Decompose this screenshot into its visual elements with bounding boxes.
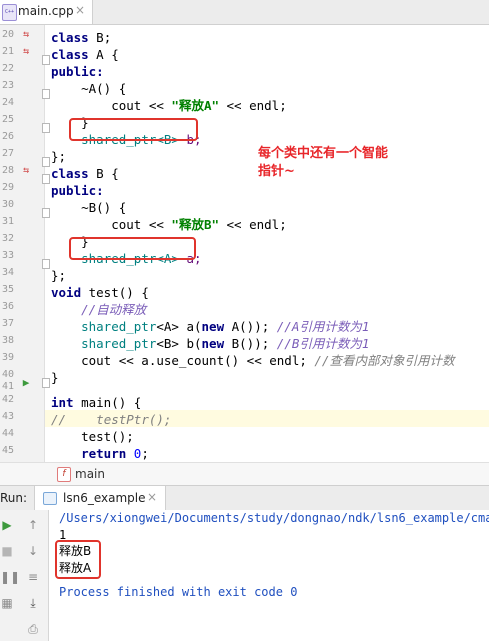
run-tab-label: lsn6_example [63,491,146,505]
code-line: }; [51,268,67,283]
annotation-line: 每个类中还有一个智能 [258,146,389,161]
print-icon[interactable]: ⎙ [26,622,40,636]
line-number: 27 [1,148,14,159]
line-number: 21 [1,46,14,57]
scroll-to-end-icon[interactable]: ⤓ [26,596,40,610]
run-panel-header: Run: lsn6_example × [0,485,489,511]
code-line: // testPtr(); [51,412,172,427]
annotation-note: 每个类中还有一个智能 指针~ [258,145,438,181]
code-line: ~B() { [51,200,127,215]
scroll-down-icon[interactable]: ↓ [26,544,40,558]
line-number: 31 [1,216,14,227]
tab-file-name: main.cpp [18,4,74,18]
implementation-arrow-icon[interactable]: ⇆ [20,165,32,177]
code-editor[interactable]: 20 21 22 23 24 25 26 27 28 29 30 31 32 33 34 35 36 37 38 39… [0,25,489,462]
line-number: 44 [1,428,14,439]
code-line: int main() { [51,395,142,410]
implementation-arrow-icon[interactable]: ⇆ [20,46,32,58]
cpp-file-icon: C++ [2,4,17,21]
fold-marker-icon[interactable] [42,174,50,184]
breadcrumb-item-main[interactable]: main [75,467,105,481]
code-line: class A { [51,47,119,62]
line-number: 38 [1,335,14,346]
highlight-box-shared-ptr-b [69,118,198,141]
stop-icon[interactable]: ■ [0,544,14,558]
run-console[interactable]: /Users/xiongwei/Documents/study/dongnao/… [49,510,489,641]
console-exit-line: Process finished with exit code 0 [59,585,298,599]
line-number: 28 [1,165,14,176]
line-number: 35 [1,284,14,295]
line-number: 39 [1,352,14,363]
line-number: 29 [1,182,14,193]
code-line: class B { [51,166,119,181]
line-number: 20 [1,29,14,40]
line-number: 22 [1,63,14,74]
code-line: public: [51,64,104,79]
line-number: 34 [1,267,14,278]
code-line: cout << a.use_count() << endl; //查看内部对象引… [51,353,455,368]
line-number: 30 [1,199,14,210]
editor-gutter: 20 21 22 23 24 25 26 27 28 29 30 31 32 33 34 35 36 37 38 39… [0,25,50,462]
line-number: 36 [1,301,14,312]
run-gutter-icon[interactable]: ▶ [20,377,32,389]
run-config-icon [43,492,57,505]
line-number: 32 [1,233,14,244]
code-line: public: [51,183,104,198]
code-line: cout << "释放B" << endl; [51,217,287,232]
line-number: 33 [1,250,14,261]
run-tab-lsn6-example[interactable]: lsn6_example × [34,486,166,510]
line-number: 23 [1,80,14,91]
fold-marker-icon[interactable] [42,89,50,99]
line-number: 43 [1,411,14,422]
line-number: 40 [1,369,14,380]
highlight-box-shared-ptr-a [69,237,196,260]
code-line: } [51,370,59,385]
code-line: //自动释放 [51,302,147,317]
code-line: shared_ptr<A> a(new A()); //A引用计数为1 [51,319,370,334]
fold-marker-icon[interactable] [42,259,50,269]
annotation-line: 指针~ [258,164,295,179]
line-number: 42 [1,394,14,405]
code-line: }; [51,149,67,164]
function-icon: f [57,467,71,482]
tab-main-cpp[interactable]: C++ main.cpp × [0,0,93,24]
console-path-line: /Users/xiongwei/Documents/study/dongnao/… [59,511,489,525]
line-number: 25 [1,114,14,125]
run-label: Run: [0,491,28,505]
layout-icon[interactable]: ▦ [0,596,14,610]
scroll-up-icon[interactable]: ↑ [26,518,40,532]
fold-marker-icon[interactable] [42,378,50,388]
rerun-icon[interactable]: ▶ [0,518,14,532]
code-line: cout << "释放A" << endl; [51,98,287,113]
fold-marker-icon[interactable] [42,123,50,133]
code-line: class B; [51,30,112,45]
code-line: shared_ptr<B> b(new B()); //B引用计数为1 [51,336,370,351]
run-toolbar: ▶ ↑ ■ ↓ ❚❚ ≡ ▦ ⤓ ⎙ [0,510,49,641]
line-number: 45 [1,445,14,456]
code-line: void test() { [51,285,149,300]
pause-icon[interactable]: ❚❚ [0,570,20,584]
tab-close-icon[interactable]: × [75,3,85,17]
implementation-arrow-icon[interactable]: ⇆ [20,29,32,41]
highlight-box-output [55,540,101,579]
line-number: 37 [1,318,14,329]
line-number: 24 [1,97,14,108]
line-number: 41 [1,381,14,392]
fold-marker-icon[interactable] [42,208,50,218]
editor-tab-bar: C++ main.cpp × [0,0,489,25]
run-tab-close-icon[interactable]: × [147,490,157,504]
breadcrumb: f main [0,462,489,485]
fold-marker-icon[interactable] [42,55,50,65]
fold-marker-icon[interactable] [42,157,50,167]
code-line: test(); [51,429,134,444]
code-line: return 0; [51,446,149,461]
soft-wrap-icon[interactable]: ≡ [26,570,40,584]
line-number: 26 [1,131,14,142]
code-line: ~A() { [51,81,127,96]
